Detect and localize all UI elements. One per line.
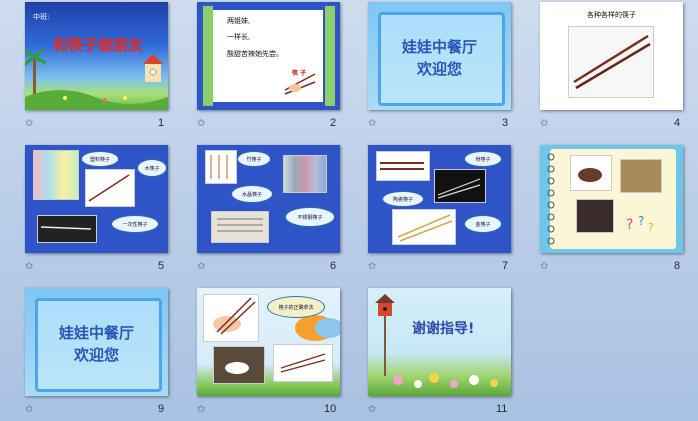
slide-thumbnail-7[interactable]: 骨筷子 陶瓷筷子 金筷子: [368, 145, 511, 253]
bubble-wood: 木筷子: [137, 159, 167, 177]
chopsticks-hand-icon: [284, 73, 316, 95]
bubble-steel: 不锈钢筷子: [285, 207, 335, 227]
bubble-disposable: 一次性筷子: [111, 215, 159, 233]
slide-thumbnail-5[interactable]: 塑料筷子 木筷子 一次性筷子: [25, 145, 168, 253]
question-marks-icon: ? ? ?: [578, 168, 654, 234]
slide-number: 7: [502, 260, 509, 272]
slide-number: 6: [330, 260, 337, 272]
slide-thumbnail-8[interactable]: ? ? ?: [540, 145, 683, 253]
slide-number: 10: [324, 403, 337, 415]
chopsticks-icon: [573, 34, 651, 90]
slide-number: 2: [330, 117, 337, 129]
slide-number: 5: [158, 260, 165, 272]
star-icon[interactable]: ✩: [25, 118, 33, 129]
slide-thumbnail-11[interactable]: 谢谢指导!: [368, 288, 511, 396]
star-icon[interactable]: ✩: [197, 118, 205, 129]
slide-thumbnail-1[interactable]: 中班: 和筷子做朋友: [25, 2, 168, 110]
star-icon[interactable]: ✩: [540, 118, 548, 129]
welcome-title-line-1: 娃娃中餐厅: [58, 324, 134, 342]
welcome-title-line-1: 娃娃中餐厅: [401, 38, 477, 56]
star-icon[interactable]: ✩: [368, 261, 376, 272]
bubble-crystal: 水晶筷子: [231, 185, 273, 203]
svg-text:?: ?: [648, 221, 654, 234]
star-icon[interactable]: ✩: [540, 261, 548, 272]
slide-thumbnail-10[interactable]: 筷子的正确拿法: [197, 288, 340, 396]
bubble-correct-grip: 筷子的正确拿法: [267, 296, 325, 318]
slide-thumbnail-6[interactable]: 竹筷子 水晶筷子 不锈钢筷子: [197, 145, 340, 253]
slide-thumbnail-9[interactable]: 娃娃中餐厅 欢迎您: [25, 288, 168, 396]
welcome-title-line-2: 欢迎您: [73, 346, 119, 364]
star-icon[interactable]: ✩: [368, 404, 376, 415]
star-icon[interactable]: ✩: [25, 404, 33, 415]
slide-number: 3: [502, 117, 509, 129]
bubble-bone: 骨筷子: [464, 151, 502, 167]
star-icon[interactable]: ✩: [197, 261, 205, 272]
star-icon[interactable]: ✩: [25, 261, 33, 272]
slide-number: 9: [158, 403, 165, 415]
svg-text:?: ?: [638, 214, 644, 228]
star-icon[interactable]: ✩: [368, 118, 376, 129]
bubble-plastic: 塑料筷子: [81, 151, 119, 167]
slide-thumbnail-2[interactable]: 两姐妹, 一样长, 酸甜苦辣她先尝。 筷 子: [197, 2, 340, 110]
slide-number: 11: [496, 403, 508, 415]
bubble-ceramic: 陶瓷筷子: [382, 191, 424, 207]
welcome-title-line-2: 欢迎您: [416, 60, 462, 78]
bubble-bamboo: 竹筷子: [237, 151, 271, 167]
slide-number: 8: [674, 260, 681, 272]
slide-number: 4: [674, 117, 681, 129]
star-icon[interactable]: ✩: [197, 404, 205, 415]
palm-tree-icon: [25, 48, 168, 110]
birdhouse-icon: [375, 294, 498, 388]
slide-number: 1: [158, 117, 165, 129]
slide-thumbnail-4[interactable]: 各种各样的筷子: [540, 2, 683, 110]
bubble-gold: 金筷子: [464, 215, 502, 233]
svg-text:?: ?: [626, 217, 633, 233]
slide-thumbnail-3[interactable]: 娃娃中餐厅 欢迎您: [368, 2, 511, 110]
